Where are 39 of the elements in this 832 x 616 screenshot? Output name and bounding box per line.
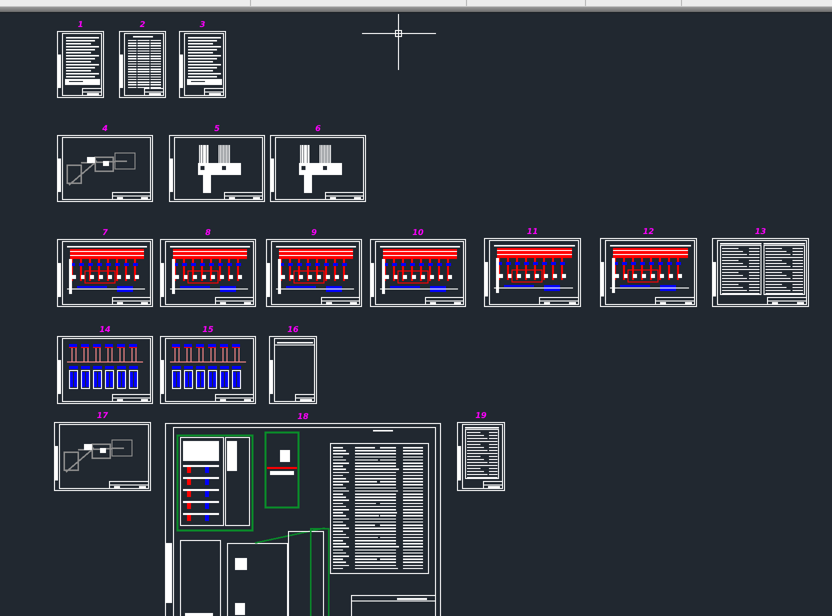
sheet-number: 7 <box>101 228 109 237</box>
drawing-sheet[interactable] <box>270 135 366 202</box>
sheet-number: 14 <box>98 325 112 334</box>
drawing-sheet[interactable] <box>54 422 151 491</box>
sheet-number: 9 <box>310 228 318 237</box>
sheet-number: 10 <box>411 228 425 237</box>
sheet-number: 13 <box>754 227 768 236</box>
sheet-number: 1 <box>76 20 84 29</box>
drawing-sheet[interactable] <box>169 135 265 202</box>
sheet-number: 6 <box>314 124 322 133</box>
sheet-number: 16 <box>286 325 300 334</box>
sheet-number: 11 <box>526 227 540 236</box>
drawing-sheet[interactable] <box>160 239 256 307</box>
sheet-number: 19 <box>474 411 488 420</box>
sheet-number: 4 <box>101 124 109 133</box>
sheet-number: 12 <box>642 227 656 236</box>
drawing-sheet[interactable] <box>119 31 166 98</box>
sheet-number: 17 <box>96 411 110 420</box>
sheet-number: 5 <box>213 124 221 133</box>
crosshair-cursor-icon <box>362 14 436 70</box>
drawing-sheet[interactable] <box>457 422 505 491</box>
drawing-sheet[interactable] <box>160 336 256 404</box>
drawing-sheet[interactable] <box>712 238 809 307</box>
drawing-sheet[interactable] <box>600 238 697 307</box>
drawing-sheet[interactable] <box>266 239 362 307</box>
drawing-sheet[interactable] <box>484 238 581 307</box>
drawing-sheet[interactable] <box>57 31 104 98</box>
drawing-sheet[interactable] <box>57 336 153 404</box>
sheet-number: 8 <box>204 228 212 237</box>
drawing-sheet[interactable] <box>179 31 226 98</box>
sheet-number: 15 <box>201 325 215 334</box>
drawing-sheet[interactable] <box>57 135 153 202</box>
sheet-number: 18 <box>296 412 310 421</box>
drawing-sheet[interactable] <box>370 239 466 307</box>
sheet-number: 3 <box>198 20 206 29</box>
sheet-number: 2 <box>138 20 146 29</box>
drawing-sheet[interactable] <box>165 423 441 616</box>
drawing-sheet[interactable] <box>57 239 153 307</box>
drawing-sheet[interactable] <box>269 336 317 404</box>
